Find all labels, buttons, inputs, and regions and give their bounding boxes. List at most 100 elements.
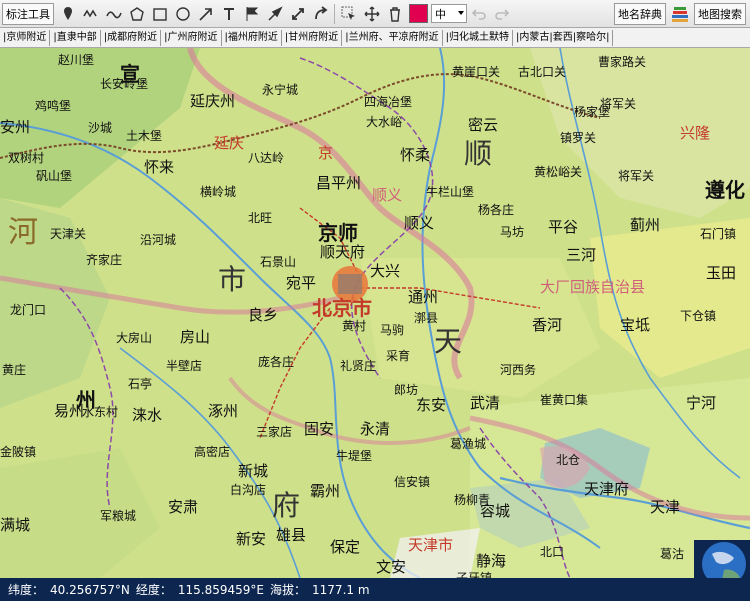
region-tab[interactable]: |成都府附近	[101, 29, 162, 46]
latitude-label: 纬度：	[8, 583, 45, 597]
chevron-down-icon	[458, 11, 464, 15]
region-tab[interactable]: |福州府附近	[222, 29, 282, 46]
place-label: 下仓镇	[680, 309, 717, 323]
place-label: 雄县	[276, 526, 307, 544]
place-label: 府	[272, 489, 301, 522]
arrow-icon[interactable]	[194, 3, 217, 25]
place-label: 新城	[238, 462, 269, 480]
place-label: 石景山	[260, 255, 297, 269]
region-tab[interactable]: |京师附近	[0, 29, 51, 46]
annotation-tools-label[interactable]: 标注工具	[2, 2, 54, 25]
place-label: 天津市	[408, 536, 454, 554]
place-label: 牛栏山堡	[426, 185, 475, 199]
place-label: 保定	[330, 538, 361, 556]
historical-map[interactable]: 京师 顺天府顺天府市北京市河赵川堡宣长安岭堡 鸡鸣堡 延庆州 永宁城 四海冶堡 黄崖口关 古北…	[0, 48, 750, 578]
place-label: 马驹	[380, 323, 405, 337]
redo-icon[interactable]	[490, 3, 513, 25]
square-icon[interactable]	[148, 3, 171, 25]
region-tab[interactable]: |归化城土默特	[443, 29, 513, 46]
annotation-color-swatch[interactable]	[409, 4, 428, 23]
select-cursor-icon[interactable]	[337, 3, 360, 25]
place-label: 古北口关	[518, 65, 567, 79]
place-label: 杨各庄	[478, 203, 515, 217]
globe-icon[interactable]	[694, 540, 750, 580]
place-label: 马坊	[500, 225, 525, 239]
place-dictionary-button[interactable]: 地名辞典	[614, 3, 666, 25]
region-tab[interactable]: |直隶中部	[50, 29, 101, 46]
place-label: 怀柔	[400, 146, 431, 164]
place-label: 北仓	[556, 453, 581, 467]
wavy-line-icon[interactable]	[79, 3, 102, 25]
map-pin-icon[interactable]	[56, 3, 79, 25]
place-label: 延庆	[214, 134, 245, 152]
place-label: 兴隆	[680, 124, 711, 142]
place-label: 涿州	[208, 402, 239, 420]
region-tab[interactable]: |甘州府附近	[282, 29, 343, 46]
place-label: 黄崖口关	[452, 65, 501, 79]
place-label: 三家店	[256, 425, 293, 439]
curved-arrow-icon[interactable]	[309, 3, 332, 25]
region-tab[interactable]: |广州府附近	[161, 29, 222, 46]
place-label: 四海冶堡	[364, 95, 413, 109]
place-label: 宝坻	[620, 316, 651, 334]
place-label: 新安	[236, 530, 267, 548]
place-label: 沙城	[88, 121, 113, 135]
place-label: 金陂镇	[0, 445, 37, 459]
place-label: 庞各庄	[258, 355, 295, 369]
place-label: 密云	[468, 116, 499, 134]
place-label: 东安	[416, 396, 447, 414]
region-tab[interactable]: |内蒙古|套西|察哈尔|	[513, 29, 614, 46]
latitude-value: 40.256757°N	[50, 582, 130, 597]
place-label: 葛沽	[660, 547, 685, 561]
place-label: 顺	[464, 137, 493, 170]
place-label: 宁河	[686, 394, 717, 412]
double-arrow-icon[interactable]	[286, 3, 309, 25]
undo-icon[interactable]	[467, 3, 490, 25]
place-label: 永清	[360, 420, 391, 438]
place-label: 白沟店	[230, 483, 267, 497]
text-t-icon[interactable]	[217, 3, 240, 25]
drawing-tools	[56, 3, 332, 25]
books-icon[interactable]	[670, 4, 690, 24]
place-label: 高密店	[194, 445, 231, 459]
place-label: 郎坊	[394, 383, 419, 397]
place-label: 房山	[180, 328, 211, 346]
place-label: 齐家庄	[86, 253, 123, 267]
place-label: 石门镇	[700, 227, 737, 241]
place-label: 漷县	[414, 311, 439, 325]
trash-icon[interactable]	[383, 3, 406, 25]
toolbar-separator	[334, 3, 335, 24]
place-label: 大水峪	[366, 115, 403, 129]
place-label: 将军关	[600, 97, 637, 111]
circle-icon[interactable]	[171, 3, 194, 25]
longitude-label: 经度：	[135, 583, 172, 597]
pentagon-icon[interactable]	[125, 3, 148, 25]
place-label: 固安	[304, 420, 335, 438]
place-label: 延庆州	[190, 92, 236, 110]
place-label: 顺义	[372, 186, 403, 204]
bold-arrow-icon[interactable]	[263, 3, 286, 25]
place-label: 怀来	[144, 158, 175, 176]
flag-icon[interactable]	[240, 3, 263, 25]
map-search-button[interactable]: 地图搜索	[694, 3, 746, 25]
region-tab[interactable]: |兰州府、平凉府附近	[342, 29, 443, 46]
place-label: 安州	[0, 118, 31, 136]
place-label: 将军关	[618, 169, 655, 183]
place-label: 昌平州	[316, 174, 362, 192]
place-label: 宛平	[286, 274, 317, 292]
move-icon[interactable]	[360, 3, 383, 25]
place-label: 礼贤庄	[340, 359, 377, 373]
place-label: 龙门口	[10, 303, 47, 317]
altitude-label: 海拔：	[270, 583, 307, 597]
place-label: 信安镇	[394, 475, 431, 489]
place-label: 文安	[376, 558, 407, 576]
place-label: 天津府	[584, 480, 630, 498]
place-label: 黄村	[342, 319, 367, 333]
curve-icon[interactable]	[102, 3, 125, 25]
place-label: 采育	[386, 349, 411, 363]
map-app-window: 标注工具 中 地名辞典 地图搜索 |京师附近 |直隶中部 |成都府附近 |广州府…	[0, 0, 750, 601]
font-size-select[interactable]: 中	[431, 4, 467, 23]
place-label: 横岭城	[200, 185, 237, 199]
place-label: 顺天府	[320, 243, 366, 261]
toolbar-right-group: 地名辞典 地图搜索	[614, 3, 746, 25]
